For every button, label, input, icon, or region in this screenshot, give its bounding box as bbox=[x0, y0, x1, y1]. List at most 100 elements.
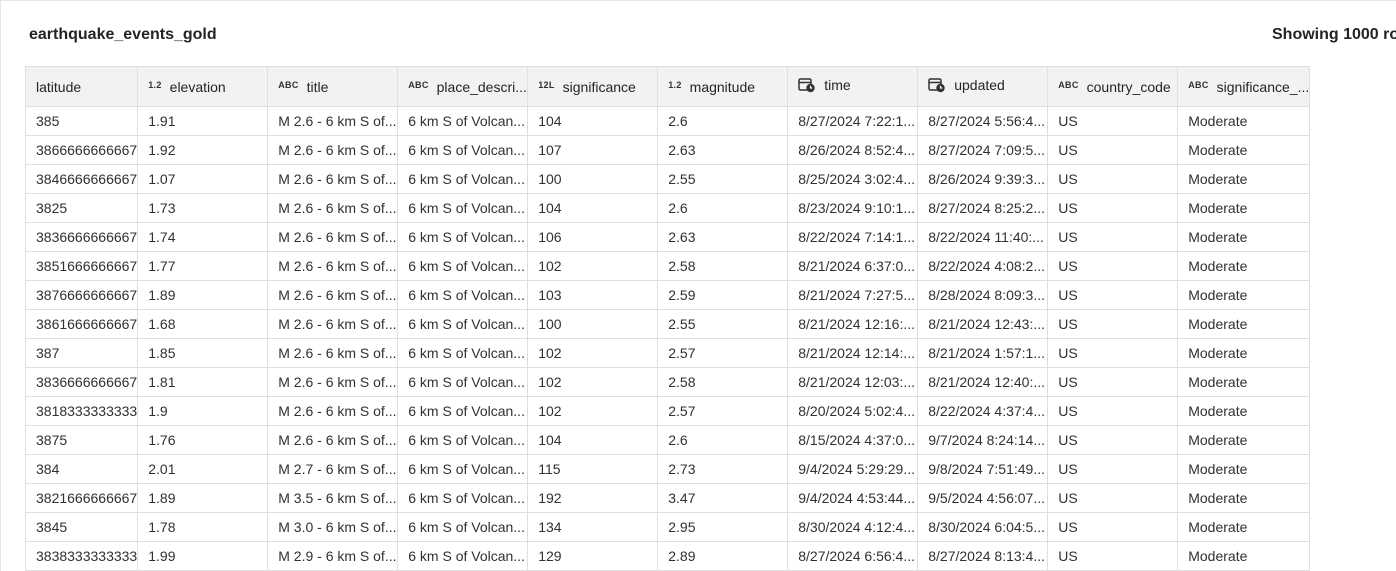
cell-title[interactable]: M 2.6 - 6 km S of... bbox=[267, 280, 399, 310]
cell-place-description[interactable]: 6 km S of Volcan... bbox=[397, 512, 529, 542]
table-row[interactable]: 3861666666667 1.68 M 2.6 - 6 km S of... 6 k… bbox=[24, 309, 1311, 339]
cell-updated[interactable]: 8/21/2024 1:57:1... bbox=[917, 338, 1049, 368]
cell-time[interactable]: 9/4/2024 5:29:29... bbox=[787, 454, 919, 484]
cell-time[interactable]: 8/26/2024 8:52:4... bbox=[787, 135, 919, 165]
table-row[interactable]: 384 2.01 M 2.7 - 6 km S of... 6 km S of Vol… bbox=[24, 454, 1311, 484]
cell-significance[interactable]: 115 bbox=[527, 454, 659, 484]
cell-updated[interactable]: 8/22/2024 4:08:2... bbox=[917, 251, 1049, 281]
cell-time[interactable]: 8/21/2024 12:14:... bbox=[787, 338, 919, 368]
cell-latitude[interactable]: 3825 bbox=[24, 193, 139, 223]
table-row[interactable]: 3845 1.78 M 3.0 - 6 km S of... 6 km S of Vo… bbox=[24, 512, 1311, 542]
cell-title[interactable]: M 2.6 - 6 km S of... bbox=[267, 338, 399, 368]
column-header-significance[interactable]: 12L significance bbox=[527, 66, 659, 107]
column-header-latitude[interactable]: latitude bbox=[24, 66, 139, 107]
cell-time[interactable]: 8/21/2024 6:37:0... bbox=[787, 251, 919, 281]
cell-significance[interactable]: 102 bbox=[527, 396, 659, 426]
cell-country-code[interactable]: US bbox=[1047, 483, 1179, 513]
cell-updated[interactable]: 9/5/2024 4:56:07... bbox=[917, 483, 1049, 513]
cell-country-code[interactable]: US bbox=[1047, 193, 1179, 223]
cell-magnitude[interactable]: 2.58 bbox=[657, 367, 789, 397]
cell-latitude[interactable]: 384 bbox=[24, 454, 139, 484]
column-header-significance-class[interactable]: ABC significance_... bbox=[1177, 66, 1311, 107]
cell-elevation[interactable]: 1.07 bbox=[137, 164, 269, 194]
cell-place-description[interactable]: 6 km S of Volcan... bbox=[397, 483, 529, 513]
table-row[interactable]: 3846666666667 1.07 M 2.6 - 6 km S of... 6 k… bbox=[24, 164, 1311, 194]
cell-updated[interactable]: 8/27/2024 8:25:2... bbox=[917, 193, 1049, 223]
cell-updated[interactable]: 8/26/2024 9:39:3... bbox=[917, 164, 1049, 194]
cell-title[interactable]: M 2.6 - 6 km S of... bbox=[267, 193, 399, 223]
cell-place-description[interactable]: 6 km S of Volcan... bbox=[397, 541, 529, 571]
cell-significance[interactable]: 107 bbox=[527, 135, 659, 165]
column-header-elevation[interactable]: 1.2 elevation bbox=[137, 66, 269, 107]
cell-updated[interactable]: 8/27/2024 7:09:5... bbox=[917, 135, 1049, 165]
cell-significance-class[interactable]: Moderate bbox=[1177, 367, 1311, 397]
cell-magnitude[interactable]: 2.6 bbox=[657, 193, 789, 223]
cell-latitude[interactable]: 3876666666667 bbox=[24, 280, 139, 310]
cell-updated[interactable]: 8/21/2024 12:40:... bbox=[917, 367, 1049, 397]
cell-magnitude[interactable]: 2.57 bbox=[657, 396, 789, 426]
cell-place-description[interactable]: 6 km S of Volcan... bbox=[397, 280, 529, 310]
cell-time[interactable]: 8/21/2024 12:16:... bbox=[787, 309, 919, 339]
cell-significance[interactable]: 103 bbox=[527, 280, 659, 310]
cell-magnitude[interactable]: 2.89 bbox=[657, 541, 789, 571]
cell-latitude[interactable]: 3851666666667 bbox=[24, 251, 139, 281]
cell-elevation[interactable]: 1.76 bbox=[137, 425, 269, 455]
cell-updated[interactable]: 8/28/2024 8:09:3... bbox=[917, 280, 1049, 310]
cell-time[interactable]: 8/27/2024 7:22:1... bbox=[787, 106, 919, 136]
cell-updated[interactable]: 8/27/2024 8:13:4... bbox=[917, 541, 1049, 571]
cell-latitude[interactable]: 3845 bbox=[24, 512, 139, 542]
cell-significance-class[interactable]: Moderate bbox=[1177, 135, 1311, 165]
cell-country-code[interactable]: US bbox=[1047, 106, 1179, 136]
table-row[interactable]: 3876666666667 1.89 M 2.6 - 6 km S of... 6 k… bbox=[24, 280, 1311, 310]
cell-significance-class[interactable]: Moderate bbox=[1177, 338, 1311, 368]
cell-significance-class[interactable]: Moderate bbox=[1177, 454, 1311, 484]
cell-significance-class[interactable]: Moderate bbox=[1177, 193, 1311, 223]
cell-elevation[interactable]: 1.85 bbox=[137, 338, 269, 368]
table-row[interactable]: 3825 1.73 M 2.6 - 6 km S of... 6 km S of Vo… bbox=[24, 193, 1311, 223]
cell-title[interactable]: M 2.6 - 6 km S of... bbox=[267, 251, 399, 281]
cell-time[interactable]: 8/25/2024 3:02:4... bbox=[787, 164, 919, 194]
cell-title[interactable]: M 3.0 - 6 km S of... bbox=[267, 512, 399, 542]
cell-title[interactable]: M 2.6 - 6 km S of... bbox=[267, 222, 399, 252]
column-header-updated[interactable]: updated bbox=[917, 66, 1049, 107]
column-header-time[interactable]: time bbox=[787, 66, 919, 107]
cell-significance[interactable]: 102 bbox=[527, 251, 659, 281]
cell-significance-class[interactable]: Moderate bbox=[1177, 425, 1311, 455]
cell-country-code[interactable]: US bbox=[1047, 454, 1179, 484]
cell-magnitude[interactable]: 2.6 bbox=[657, 106, 789, 136]
cell-updated[interactable]: 8/30/2024 6:04:5... bbox=[917, 512, 1049, 542]
column-header-country-code[interactable]: ABC country_code bbox=[1047, 66, 1179, 107]
cell-country-code[interactable]: US bbox=[1047, 164, 1179, 194]
cell-place-description[interactable]: 6 km S of Volcan... bbox=[397, 309, 529, 339]
cell-elevation[interactable]: 1.89 bbox=[137, 280, 269, 310]
cell-time[interactable]: 8/21/2024 7:27:5... bbox=[787, 280, 919, 310]
cell-significance-class[interactable]: Moderate bbox=[1177, 309, 1311, 339]
cell-magnitude[interactable]: 2.63 bbox=[657, 222, 789, 252]
cell-latitude[interactable]: 387 bbox=[24, 338, 139, 368]
cell-title[interactable]: M 2.6 - 6 km S of... bbox=[267, 367, 399, 397]
table-row[interactable]: 3818333333333 1.9 M 2.6 - 6 km S of... 6 km… bbox=[24, 396, 1311, 426]
cell-country-code[interactable]: US bbox=[1047, 367, 1179, 397]
cell-latitude[interactable]: 3821666666667 bbox=[24, 483, 139, 513]
table-row[interactable]: 3838333333333 1.99 M 2.9 - 6 km S of... 6 k… bbox=[24, 541, 1311, 571]
table-row[interactable]: 387 1.85 M 2.6 - 6 km S of... 6 km S of Vol… bbox=[24, 338, 1311, 368]
cell-elevation[interactable]: 1.92 bbox=[137, 135, 269, 165]
cell-significance-class[interactable]: Moderate bbox=[1177, 512, 1311, 542]
cell-magnitude[interactable]: 2.55 bbox=[657, 164, 789, 194]
cell-significance-class[interactable]: Moderate bbox=[1177, 251, 1311, 281]
cell-elevation[interactable]: 2.01 bbox=[137, 454, 269, 484]
cell-elevation[interactable]: 1.73 bbox=[137, 193, 269, 223]
cell-title[interactable]: M 2.6 - 6 km S of... bbox=[267, 309, 399, 339]
cell-magnitude[interactable]: 2.63 bbox=[657, 135, 789, 165]
cell-elevation[interactable]: 1.78 bbox=[137, 512, 269, 542]
cell-place-description[interactable]: 6 km S of Volcan... bbox=[397, 193, 529, 223]
cell-significance[interactable]: 104 bbox=[527, 193, 659, 223]
cell-elevation[interactable]: 1.99 bbox=[137, 541, 269, 571]
cell-country-code[interactable]: US bbox=[1047, 222, 1179, 252]
cell-latitude[interactable]: 3875 bbox=[24, 425, 139, 455]
cell-place-description[interactable]: 6 km S of Volcan... bbox=[397, 367, 529, 397]
cell-time[interactable]: 8/27/2024 6:56:4... bbox=[787, 541, 919, 571]
cell-significance-class[interactable]: Moderate bbox=[1177, 541, 1311, 571]
cell-time[interactable]: 8/20/2024 5:02:4... bbox=[787, 396, 919, 426]
cell-time[interactable]: 8/22/2024 7:14:1... bbox=[787, 222, 919, 252]
